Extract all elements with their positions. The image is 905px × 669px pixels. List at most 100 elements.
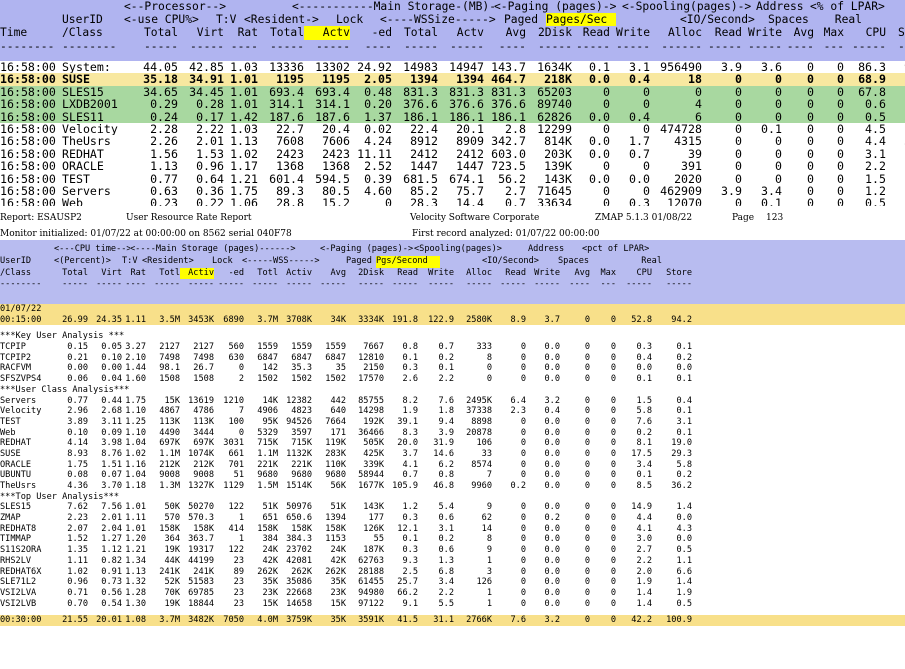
table-cell: 8898 xyxy=(471,416,492,427)
table-cell: 1.9 xyxy=(636,577,652,588)
table-cell: 1.12 xyxy=(101,545,122,556)
table-cell: 814K xyxy=(544,135,572,148)
column-header: Activ xyxy=(180,267,214,280)
table-row: SLES15 7.62 7.56 1.01 50K 50270 122 51K 50976 51K… xyxy=(0,502,905,513)
table-cell: 0 xyxy=(520,545,526,556)
table-row: 16:58:00 ORACLE 1.13 0.96 1.17 1368 1368 2.52 14… xyxy=(0,160,905,172)
table-cell: 2.22 xyxy=(196,122,224,136)
table-cell: 391 xyxy=(681,160,702,173)
table-cell: 9680 xyxy=(257,470,278,481)
table-row: REDHAT 4.14 3.98 1.04 697K 697K 3031 715K 715K 11… xyxy=(0,438,905,449)
table-cell: 15K xyxy=(164,395,180,406)
table-cell: 0 xyxy=(603,197,610,206)
table-cell: 0.0 xyxy=(544,416,560,427)
table-cell: 1 xyxy=(486,555,492,566)
history-panel: <---CPU time--> <----Main Storage (pages… xyxy=(0,240,905,669)
table-cell: 51K xyxy=(330,502,346,513)
table-cell: 2 xyxy=(238,374,244,385)
table-cell: RACFVM xyxy=(0,363,32,374)
table-cell: 376.6 xyxy=(449,98,484,111)
column-header: Write xyxy=(534,267,560,278)
table-cell: 46.8 xyxy=(433,481,454,491)
table-cell: 376.6 xyxy=(491,98,526,111)
table-cell: 0 xyxy=(807,98,814,111)
history-header-dashes: -------- ----- ----- ---- ----- ----- ----- ---… xyxy=(0,279,905,291)
table-cell: 1.02 xyxy=(230,147,258,161)
table-cell: 16:58:00 xyxy=(0,98,56,111)
table-cell: 1.1M xyxy=(159,448,180,459)
table-cell: 0 xyxy=(584,545,590,556)
table-cell: 143K xyxy=(363,502,384,513)
column-header: Virt xyxy=(196,26,224,40)
table-cell: 24.92 xyxy=(357,61,392,74)
table-cell: 16:58:00 xyxy=(0,160,56,173)
table-cell: 1508 xyxy=(193,374,214,385)
table-cell: 13336 xyxy=(269,61,304,74)
table-cell: 0 xyxy=(610,577,616,588)
table-cell: 218K xyxy=(544,73,572,86)
interval-summary-row: 00:15:00 26.99 24.35 1.11 3.5M 3453K 6890 3.7M 3… xyxy=(0,314,905,326)
table-cell: 8.5 xyxy=(636,481,652,491)
table-cell: 1.27 xyxy=(101,534,122,545)
table-cell: TheUsrs xyxy=(0,481,37,491)
table-cell: 0.0 xyxy=(589,172,610,185)
table-row: S11S2ORA 1.35 1.12 1.21 19K 19317 122 24K 23702 2… xyxy=(0,545,905,556)
table-cell: 2020 xyxy=(674,172,702,185)
table-cell: 339K xyxy=(363,459,384,470)
table-cell: 0 xyxy=(584,615,590,626)
table-cell: 0.71 xyxy=(67,587,88,598)
table-cell: 4.24 xyxy=(364,135,392,148)
table-cell: 0.0 xyxy=(544,448,560,459)
table-cell: 94526 xyxy=(286,416,312,427)
table-cell: 0.77 xyxy=(67,395,88,406)
table-cell: 462909 xyxy=(660,184,702,198)
table-cell: 1.56 xyxy=(150,147,178,161)
table-cell: 31.1 xyxy=(433,615,454,626)
table-cell: 0.5 xyxy=(676,598,692,609)
userid-cell: LXDB2001 xyxy=(62,98,118,111)
table-cell: 3 xyxy=(486,566,492,577)
table-cell: 1195 xyxy=(322,73,350,86)
column-divider: ------ xyxy=(661,39,702,53)
table-cell: 7664 xyxy=(325,416,346,427)
table-cell: 8574 xyxy=(471,459,492,470)
table-cell: 2.2 xyxy=(438,587,454,598)
column-divider: ----- xyxy=(96,279,122,290)
table-cell: 0 xyxy=(584,534,590,545)
table-cell: 1129 xyxy=(223,481,244,491)
table-cell: 2.7 xyxy=(505,184,526,198)
table-cell: 00:15:00 xyxy=(0,314,42,325)
table-cell: 0.0 xyxy=(544,481,560,491)
column-header: Total xyxy=(143,26,178,40)
table-cell: 61455 xyxy=(358,577,384,588)
table-cell: 16:58:00 xyxy=(0,110,56,123)
table-cell: 0 xyxy=(775,160,782,173)
table-cell: 0.0 xyxy=(544,438,560,449)
table-cell: 50K xyxy=(164,502,180,513)
table-cell: 4.1 xyxy=(402,459,418,470)
table-cell: REDHAT8 xyxy=(0,523,37,534)
table-cell: 1502 xyxy=(257,374,278,385)
table-cell: 7 xyxy=(238,406,244,417)
table-cell: 51 xyxy=(233,470,244,481)
table-cell: 0.1 xyxy=(589,61,610,74)
column-divider: ----- xyxy=(358,279,384,290)
column-header: Actv xyxy=(304,26,350,40)
table-cell: 126K xyxy=(363,523,384,534)
table-cell: 0 xyxy=(520,427,526,438)
column-header: Total xyxy=(62,267,88,278)
table-cell: 23 xyxy=(233,577,244,588)
table-cell: 0.0 xyxy=(544,534,560,545)
table-cell: 0.82 xyxy=(101,555,122,566)
table-cell: 2.6 xyxy=(402,374,418,385)
table-cell: 570 xyxy=(164,513,180,524)
table-cell: 14983 xyxy=(403,61,438,74)
table-cell: 3.4 xyxy=(438,577,454,588)
table-cell: 16:58:00 xyxy=(0,61,56,74)
pgs-second-highlight: Pgs/Second xyxy=(376,255,440,268)
table-cell: 7.56 xyxy=(101,502,122,513)
table-cell: 0.0 xyxy=(544,374,560,385)
table-cell: 6847 xyxy=(291,352,312,363)
table-cell: 0.54 xyxy=(101,598,122,609)
table-cell: 7.6 xyxy=(438,395,454,406)
